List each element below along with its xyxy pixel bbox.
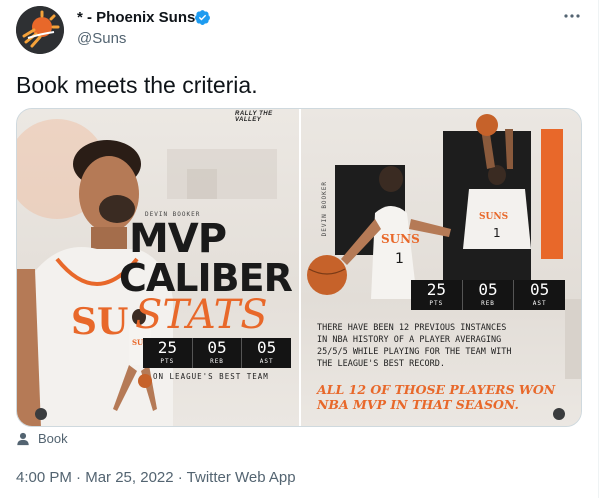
stat-value: 05 xyxy=(257,338,277,357)
more-options-icon[interactable] xyxy=(559,6,585,32)
person-icon xyxy=(17,432,29,445)
tagged-user-name[interactable]: Book xyxy=(38,431,68,446)
stat-value: 05 xyxy=(530,280,550,299)
svg-text:SUNS: SUNS xyxy=(479,212,508,222)
stat-value: 05 xyxy=(207,338,227,357)
tweet-meta: 4:00 PM · Mar 25, 2022 · Twitter Web App xyxy=(16,469,296,486)
right-artwork: SUNS 1 SUNS 1 xyxy=(307,114,581,420)
stat-label: AST xyxy=(532,300,547,307)
stat-cell: 25 PTS xyxy=(411,280,463,310)
tweet-date[interactable]: Mar 25, 2022 xyxy=(85,469,173,486)
author-display-name[interactable]: * - Phoenix Suns xyxy=(77,9,195,26)
league-best-label: ON LEAGUE'S BEST TEAM xyxy=(153,372,269,381)
history-caption: THERE HAVE BEEN 12 PREVIOUS INSTANCES IN… xyxy=(317,323,512,369)
stat-label: PTS xyxy=(429,300,444,307)
stat-label: REB xyxy=(210,358,224,365)
tagged-user[interactable]: Book xyxy=(16,431,68,446)
player-name-vertical: DEVIN BOOKER xyxy=(321,181,328,237)
stat-label: PTS xyxy=(160,358,175,365)
svg-text:1: 1 xyxy=(395,251,404,267)
graphic-right: SUNS 1 SUNS 1 DEVIN BOOKER 25 PTS 05 REB 0… xyxy=(301,109,581,426)
stat-label: AST xyxy=(259,358,274,365)
author-handle[interactable]: @Suns xyxy=(77,30,126,47)
stat-value: 25 xyxy=(426,280,446,299)
meta-separator: · xyxy=(173,469,187,486)
mvp-highlight: ALL 12 OF THOSE PLAYERS WON NBA MVP IN T… xyxy=(317,382,556,412)
tweet-source[interactable]: Twitter Web App xyxy=(187,469,296,486)
tweet-text: Book meets the criteria. xyxy=(16,72,258,98)
stat-cell: 25 PTS xyxy=(143,338,193,368)
title-stats: STATS xyxy=(135,292,268,338)
tweet-media[interactable]: SU SUNS RALLY THE VALLEY DEVIN BOOKER MV… xyxy=(16,108,582,427)
tweet-time[interactable]: 4:00 PM xyxy=(16,469,72,486)
svg-text:1: 1 xyxy=(493,226,501,240)
stat-value: 25 xyxy=(157,338,177,357)
meta-separator: · xyxy=(71,469,86,486)
avatar[interactable] xyxy=(16,6,64,54)
stat-label: REB xyxy=(481,300,495,307)
stat-cell: 05 REB xyxy=(193,338,243,368)
stat-bar-left: 25 PTS 05 REB 05 AST xyxy=(143,338,291,368)
stat-cell: 05 AST xyxy=(242,338,291,368)
stat-cell: 05 AST xyxy=(514,280,565,310)
stat-cell: 05 REB xyxy=(463,280,515,310)
suns-logo-icon xyxy=(16,6,64,54)
title-mvp: MVP xyxy=(129,216,227,262)
stat-value: 05 xyxy=(478,280,498,299)
stat-bar-right: 25 PTS 05 REB 05 AST xyxy=(411,280,565,310)
brand-tag: RALLY THE VALLEY xyxy=(235,111,273,123)
verified-badge-icon xyxy=(195,10,210,25)
svg-text:SU: SU xyxy=(71,301,128,343)
graphic-left: SU SUNS RALLY THE VALLEY DEVIN BOOKER MV… xyxy=(17,109,299,426)
tweet: * - Phoenix Suns @Suns Book meets the cr… xyxy=(0,0,599,498)
svg-text:SUNS: SUNS xyxy=(381,232,420,246)
